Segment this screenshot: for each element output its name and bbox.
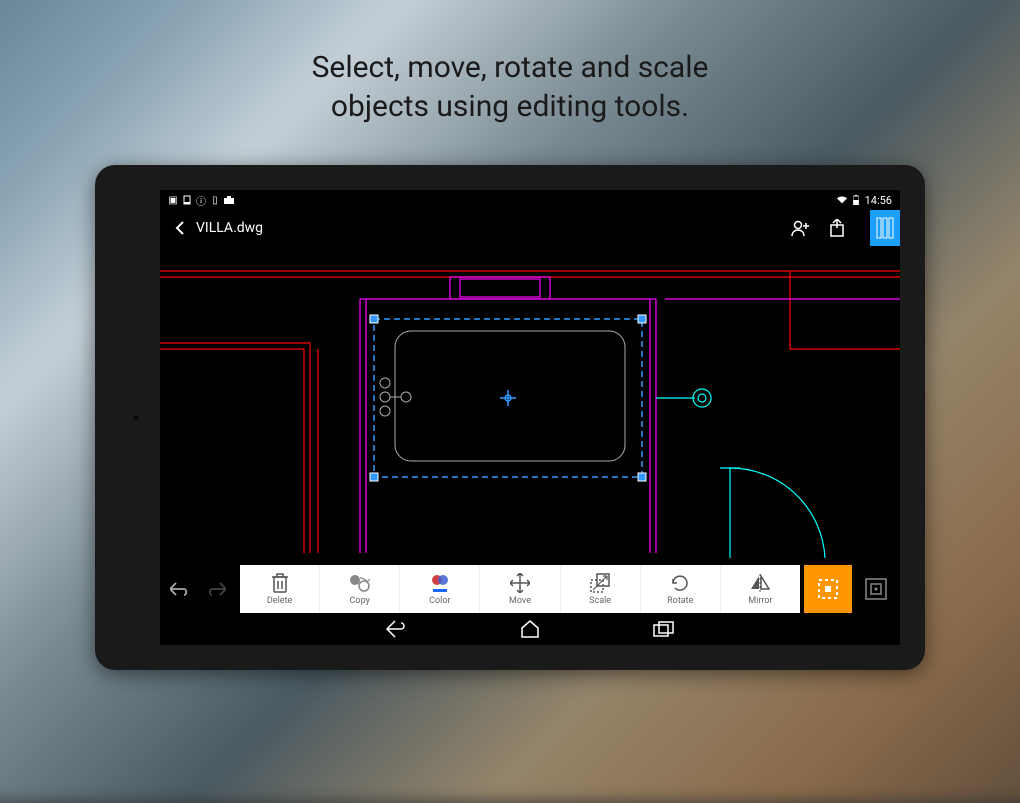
selection-center-icon[interactable] xyxy=(500,390,516,406)
wifi-icon xyxy=(837,195,847,205)
fixtures-cyan xyxy=(656,389,825,558)
android-home-button[interactable] xyxy=(518,617,542,641)
handle-se[interactable] xyxy=(638,473,646,481)
battery-icon xyxy=(851,195,861,205)
move-icon xyxy=(509,572,531,594)
android-status-bar: ▣ ⓘ ▯ 14:56 xyxy=(160,190,900,210)
handle-sw[interactable] xyxy=(370,473,378,481)
tablet-camera xyxy=(133,415,139,421)
color-tool[interactable]: Color xyxy=(400,565,480,613)
delete-icon xyxy=(269,572,291,594)
color-icon xyxy=(429,572,451,594)
tablet-frame: ▣ ⓘ ▯ 14:56 xyxy=(95,165,925,670)
battery-low-icon xyxy=(182,195,192,205)
scale-icon xyxy=(589,572,611,594)
android-recent-button[interactable] xyxy=(652,617,676,641)
tablet-screen: ▣ ⓘ ▯ 14:56 xyxy=(160,190,900,645)
drawing-canvas[interactable] xyxy=(160,246,900,565)
delete-tool[interactable]: Delete xyxy=(240,565,320,613)
editing-toolbar: Delete Copy Color xyxy=(240,565,800,613)
cad-drawing xyxy=(160,246,900,565)
copy-label: Copy xyxy=(350,596,370,606)
promo-line1: Select, move, rotate and scale xyxy=(312,50,709,85)
walls-red xyxy=(160,271,900,553)
android-nav-bar xyxy=(160,613,900,645)
phone-icon: ▯ xyxy=(210,195,220,205)
status-left-icons: ▣ ⓘ ▯ xyxy=(168,195,234,205)
mirror-icon xyxy=(749,572,771,594)
briefcase-icon xyxy=(224,195,234,205)
layers-button[interactable] xyxy=(870,210,900,246)
mirror-label: Mirror xyxy=(748,596,772,606)
status-right-icons: 14:56 xyxy=(837,194,892,207)
bottom-toolbar-row: Delete Copy Color xyxy=(160,565,900,613)
copy-icon xyxy=(349,572,371,594)
delete-label: Delete xyxy=(267,596,292,606)
scale-tool[interactable]: Scale xyxy=(561,565,641,613)
info-icon: ⓘ xyxy=(196,195,206,205)
rotate-label: Rotate xyxy=(667,596,693,606)
file-title: VILLA.dwg xyxy=(192,220,790,236)
handle-nw[interactable] xyxy=(370,315,378,323)
app-title-bar: VILLA.dwg xyxy=(160,210,900,246)
bathtub-object xyxy=(380,331,625,461)
scale-label: Scale xyxy=(589,596,611,606)
selection-mode-button[interactable] xyxy=(804,565,852,613)
android-back-button[interactable] xyxy=(384,617,408,641)
status-time: 14:56 xyxy=(865,194,892,207)
move-label: Move xyxy=(509,596,531,606)
screenshot-icon: ▣ xyxy=(168,195,178,205)
rotate-icon xyxy=(669,572,691,594)
promo-text: Select, move, rotate and scale objects u… xyxy=(0,48,1020,126)
color-label: Color xyxy=(429,596,450,606)
redo-button[interactable] xyxy=(198,565,236,613)
handle-ne[interactable] xyxy=(638,315,646,323)
app-bar-actions xyxy=(790,210,892,246)
share-icon[interactable] xyxy=(826,217,848,239)
move-tool[interactable]: Move xyxy=(480,565,560,613)
undo-button[interactable] xyxy=(160,565,198,613)
mirror-tool[interactable]: Mirror xyxy=(721,565,800,613)
back-button[interactable] xyxy=(168,220,192,236)
promo-line2: objects using editing tools. xyxy=(331,89,689,124)
rotate-tool[interactable]: Rotate xyxy=(641,565,721,613)
add-user-icon[interactable] xyxy=(790,217,812,239)
copy-tool[interactable]: Copy xyxy=(320,565,400,613)
snap-grid-button[interactable] xyxy=(852,565,900,613)
